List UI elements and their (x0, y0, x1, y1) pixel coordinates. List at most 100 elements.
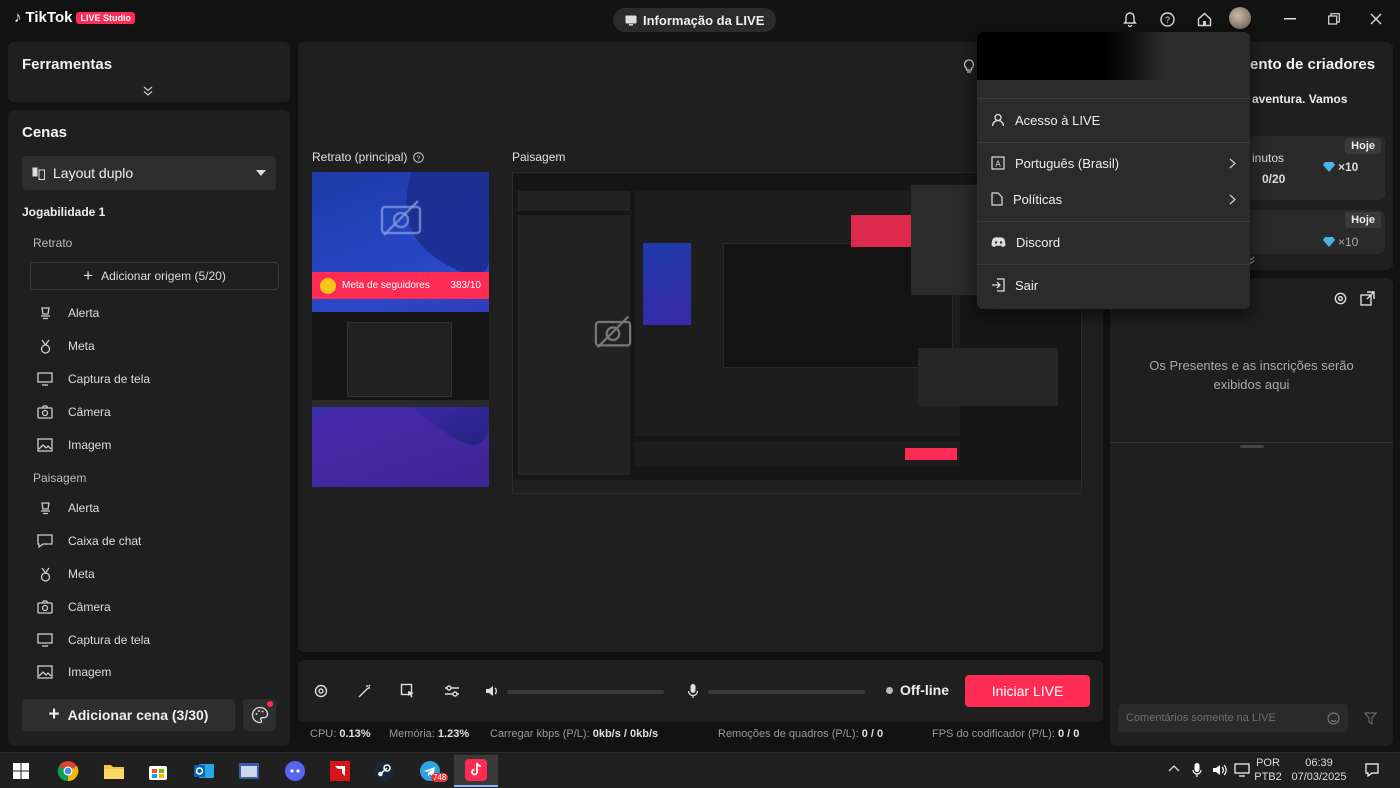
volume-tray-icon[interactable] (1212, 763, 1228, 777)
svg-text:?: ? (1164, 15, 1169, 25)
gem-icon (1323, 162, 1335, 172)
scene-group-title[interactable]: Jogabilidade 1 (22, 205, 105, 219)
source-item-camera-landscape[interactable]: Câmera (36, 597, 111, 617)
lightbulb-icon[interactable] (963, 59, 975, 74)
sliders-icon[interactable] (443, 682, 461, 700)
speaker-volume-slider[interactable] (507, 690, 664, 694)
app-window-icon[interactable] (230, 755, 268, 787)
tools-panel: Ferramentas (8, 42, 290, 102)
upload-kbps-stat: Carregar kbps (P/L): 0kb/s / 0kb/s (490, 728, 659, 740)
settings-icon[interactable] (312, 682, 330, 700)
live-studio-badge: LIVE Studio (76, 11, 135, 24)
source-item-goal-landscape[interactable]: Meta (36, 564, 95, 584)
menu-item-live-access[interactable]: Acesso à LIVE (977, 100, 1250, 140)
source-item-alert-landscape[interactable]: Alerta (36, 498, 99, 518)
logo-text: TikTok (25, 9, 73, 26)
source-item-screen[interactable]: Captura de tela (36, 369, 150, 389)
portrait-preview-label: Retrato (principal) ? (312, 150, 425, 164)
camera-icon (36, 403, 54, 421)
chrome-icon[interactable] (49, 755, 87, 787)
theme-button[interactable] (243, 699, 276, 731)
source-item-chat[interactable]: Caixa de chat (36, 531, 141, 551)
scenes-title: Cenas (22, 124, 68, 141)
source-item-screen-landscape[interactable]: Captura de tela (36, 630, 150, 650)
chevron-right-icon (1229, 158, 1236, 169)
source-item-alert[interactable]: Alerta (36, 303, 99, 323)
palette-icon (251, 706, 269, 724)
discord-icon (991, 236, 1006, 248)
help-icon[interactable]: ? (1157, 9, 1177, 29)
controls-bar: Off-line Iniciar LIVE (298, 660, 1103, 722)
minimize-icon[interactable] (1280, 9, 1300, 29)
clock[interactable]: 06:39 07/03/2025 (1288, 756, 1350, 784)
camera-off-icon (379, 197, 423, 237)
chevron-right-icon (1229, 194, 1236, 205)
source-item-goal[interactable]: Meta (36, 336, 95, 356)
home-icon[interactable] (1194, 9, 1214, 29)
notifications-icon[interactable] (1364, 762, 1380, 778)
expand-chevron-icon[interactable] (143, 86, 153, 96)
discord-app-icon[interactable] (276, 755, 314, 787)
image-icon (36, 436, 54, 454)
resize-handle[interactable] (1240, 445, 1264, 448)
settings-icon[interactable] (1333, 291, 1348, 306)
task-progress: 0/20 (1262, 172, 1286, 186)
filter-icon[interactable] (1364, 712, 1377, 725)
windows-start-icon[interactable] (2, 755, 40, 787)
amd-software-icon[interactable] (321, 755, 359, 787)
network-tray-icon[interactable] (1234, 763, 1250, 777)
nested-screen-capture (312, 312, 489, 407)
tiktok-live-studio-taskbar-icon[interactable] (454, 755, 498, 787)
scenes-panel: Cenas Layout duplo Jogabilidade 1 Retrat… (8, 110, 290, 746)
svg-text:A: A (995, 160, 1001, 169)
emoji-icon[interactable] (1327, 711, 1340, 725)
user-avatar[interactable] (1229, 7, 1251, 29)
user-icon (991, 113, 1005, 127)
task-card-2[interactable]: Hoje ×10 (1230, 210, 1385, 254)
menu-item-policies[interactable]: Políticas (977, 179, 1250, 219)
restore-icon[interactable] (1324, 9, 1344, 29)
menu-item-logout[interactable]: Sair (977, 265, 1250, 305)
layout-dropdown[interactable]: Layout duplo (22, 156, 276, 190)
comment-input[interactable]: Comentários somente na LIVE (1118, 704, 1348, 732)
portrait-preview[interactable]: Meta de seguidores 383/10 (312, 172, 489, 487)
speaker-icon[interactable] (483, 682, 501, 700)
close-icon[interactable] (1366, 9, 1386, 29)
language-icon: A (991, 156, 1005, 170)
popout-icon[interactable] (1360, 291, 1375, 306)
frame-drops-stat: Remoções de quadros (P/L): 0 / 0 (718, 728, 884, 740)
goal-widget[interactable]: Meta de seguidores 383/10 (312, 272, 489, 299)
live-info-button[interactable]: Informação da LIVE (613, 8, 777, 32)
microsoft-store-icon[interactable] (139, 755, 177, 787)
add-source-button[interactable]: + Adicionar origem (5/20) (30, 262, 279, 290)
live-status: Off-line (886, 682, 949, 698)
keyboard-language[interactable]: POR PTB2 (1253, 756, 1283, 784)
steam-icon[interactable] (365, 755, 403, 787)
layout-icon (32, 167, 45, 180)
file-explorer-icon[interactable] (95, 755, 133, 787)
image-icon (36, 663, 54, 681)
menu-item-discord[interactable]: Discord (977, 222, 1250, 262)
mic-volume-slider[interactable] (708, 690, 865, 694)
gem-icon (1323, 237, 1335, 247)
effects-icon[interactable] (399, 682, 417, 700)
bell-icon[interactable] (1120, 9, 1140, 29)
chevron-up-icon[interactable] (1168, 764, 1180, 772)
help-icon[interactable]: ? (413, 151, 425, 163)
tools-title: Ferramentas (22, 56, 113, 73)
profile-menu: Acesso à LIVE A Português (Brasil) Polít… (977, 32, 1250, 309)
outlook-icon[interactable] (185, 755, 223, 787)
microphone-icon[interactable] (684, 682, 702, 700)
creator-panel-title: ento de criadores (1250, 56, 1376, 73)
creator-panel-subtitle: aventura. Vamos (1252, 92, 1348, 106)
add-scene-button[interactable]: + Adicionar cena (3/30) (22, 699, 235, 731)
microphone-tray-icon[interactable] (1192, 762, 1202, 778)
magic-wand-icon[interactable] (356, 682, 374, 700)
source-item-camera[interactable]: Câmera (36, 402, 111, 422)
task-card-1[interactable]: Hoje inutos 0/20 ×10 (1230, 136, 1385, 200)
source-item-image-landscape[interactable]: Imagem (36, 662, 111, 682)
telegram-icon[interactable]: 748 (411, 755, 449, 787)
source-item-image[interactable]: Imagem (36, 435, 111, 455)
start-live-button[interactable]: Iniciar LIVE (965, 675, 1090, 707)
menu-item-language[interactable]: A Português (Brasil) (977, 143, 1250, 183)
